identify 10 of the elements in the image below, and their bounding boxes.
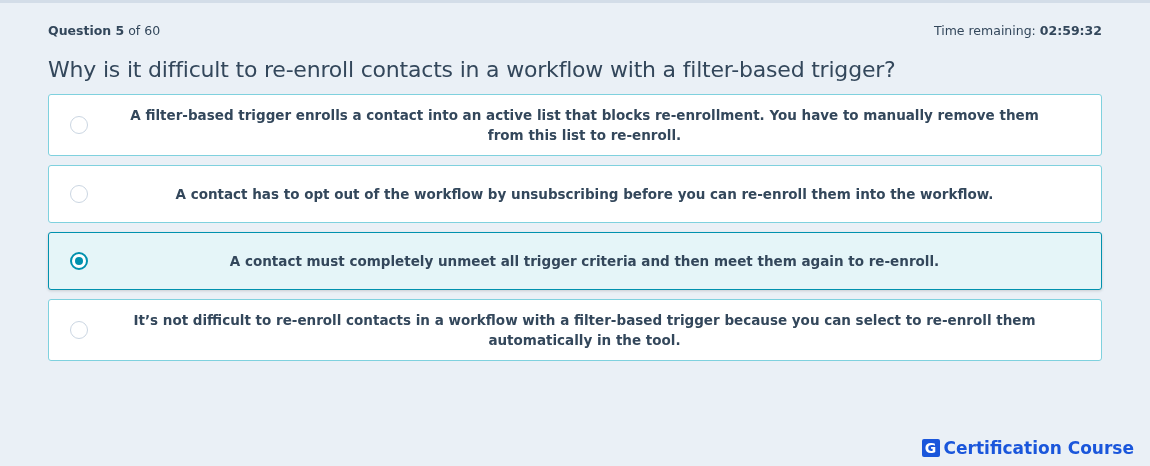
brand-name: Certification Course bbox=[943, 438, 1134, 458]
answer-option[interactable]: A contact has to opt out of the workflow by unsubscribing before you can re-enroll them into the workflow. bbox=[48, 165, 1102, 223]
answer-option[interactable]: A filter-based trigger enrolls a contact into an active list that blocks re-enrollment. You have to manually remove them from this list to re-enroll. bbox=[48, 94, 1102, 156]
logo-icon: G bbox=[921, 439, 940, 457]
question-text: Why is it difficult to re-enroll contacts in a workflow with a filter-based trigger? bbox=[48, 57, 897, 82]
time-remaining: Time remaining: 02:59:32 bbox=[933, 23, 1102, 38]
answer-option[interactable]: A contact must completely unmeet all trigger criteria and then meet them again to re-enroll. bbox=[48, 232, 1102, 290]
radio-button[interactable] bbox=[70, 252, 88, 270]
answer-option[interactable]: It’s not difficult to re-enroll contacts in a workflow with a filter-based trigger because you can select to re-enroll them automatically in the tool. bbox=[48, 299, 1102, 361]
question-counter: Question 5 of 60 bbox=[48, 23, 161, 38]
